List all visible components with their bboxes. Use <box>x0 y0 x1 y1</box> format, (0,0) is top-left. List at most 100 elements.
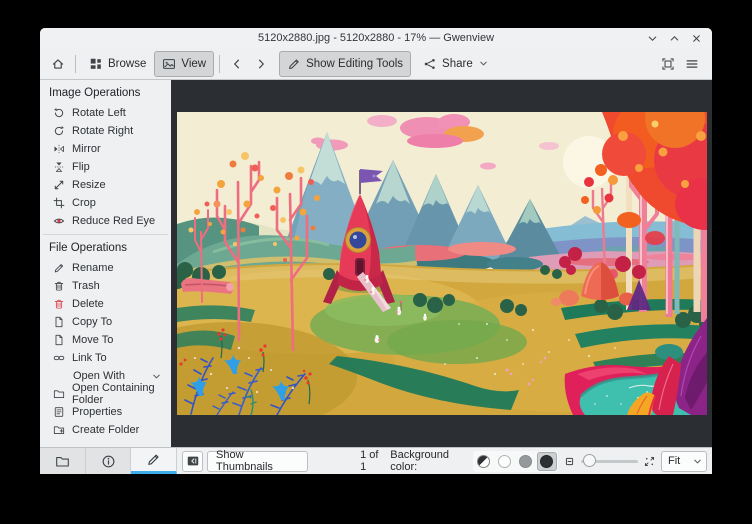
home-icon <box>51 57 65 71</box>
item-label: Mirror <box>72 143 101 155</box>
chevron-right-icon <box>254 57 268 71</box>
toolbar-separator <box>219 54 221 73</box>
link-chain-icon <box>53 352 65 364</box>
sidebar-item-crop[interactable]: Crop <box>40 194 171 212</box>
show-editing-tools-label: Show Editing Tools <box>306 57 404 70</box>
item-label: Rotate Right <box>72 125 134 137</box>
item-label: Flip <box>72 161 90 173</box>
sidebar-item-trash[interactable]: Trash <box>40 277 171 295</box>
rename-pencil-icon <box>53 262 65 274</box>
sidebar-item-flip[interactable]: Flip <box>40 158 171 176</box>
item-label: Properties <box>72 406 123 418</box>
back-button[interactable] <box>225 52 249 76</box>
tab-operations[interactable] <box>131 448 178 474</box>
chevron-left-icon <box>230 57 244 71</box>
item-label: Rotate Left <box>72 107 126 119</box>
chevron-down-icon <box>151 371 162 382</box>
new-folder-icon <box>53 424 65 436</box>
share-label: Share <box>442 57 473 70</box>
resize-icon <box>53 179 65 191</box>
crop-icon <box>53 197 65 209</box>
zoom-mode-value: Fit <box>667 455 681 467</box>
background-color-options <box>472 450 558 472</box>
main-toolbar: Browse View Show Editing Tools Share <box>40 48 712 80</box>
zoom-slider-handle[interactable] <box>582 454 596 467</box>
sidebar-item-rotate-right[interactable]: Rotate Right <box>40 122 171 140</box>
menu-button[interactable] <box>680 52 704 76</box>
item-label: Crop <box>72 197 96 209</box>
tab-information[interactable] <box>85 448 132 474</box>
browse-grid-icon <box>89 57 103 71</box>
sidebar-item-move-to[interactable]: Move To <box>40 331 171 349</box>
pencil-icon <box>287 57 301 71</box>
background-light-button[interactable] <box>495 452 515 471</box>
window-title: 5120x2880.jpg - 5120x2880 - 17% — Gwenvi… <box>257 32 495 44</box>
browse-button[interactable]: Browse <box>81 51 154 77</box>
background-neutral-icon <box>519 454 533 468</box>
close-icon[interactable] <box>690 32 703 45</box>
background-auto-icon <box>477 454 491 468</box>
background-dark-button[interactable] <box>536 451 557 471</box>
item-label: Move To <box>72 334 114 346</box>
sidebar-item-create-folder[interactable]: Create Folder <box>40 421 171 439</box>
tab-folders[interactable] <box>40 448 86 474</box>
rotate-right-icon <box>53 125 65 137</box>
maximize-icon[interactable] <box>668 32 681 45</box>
fullscreen-icon <box>661 57 675 71</box>
red-eye-icon <box>53 215 65 227</box>
show-thumbnails-button[interactable]: Show Thumbnails <box>207 449 309 473</box>
image-viewer <box>171 80 712 447</box>
section-title-image-operations: Image Operations <box>49 87 141 99</box>
sidebar-item-delete[interactable]: Delete <box>40 295 171 313</box>
viewed-image[interactable] <box>177 112 707 415</box>
view-image-icon <box>162 57 176 71</box>
home-button[interactable] <box>46 52 70 76</box>
rotate-left-icon <box>53 107 65 119</box>
collapse-sidebar-button[interactable] <box>182 450 204 472</box>
sidebar-item-mirror[interactable]: Mirror <box>40 140 171 158</box>
fullscreen-button[interactable] <box>656 52 680 76</box>
info-icon <box>101 454 116 469</box>
properties-document-icon <box>53 406 65 418</box>
sidebar-separator <box>43 234 168 235</box>
statusbar: Show Thumbnails 1 of 1 Background color: <box>177 448 712 474</box>
sidebar-item-rename[interactable]: Rename <box>40 259 171 277</box>
titlebar[interactable]: 5120x2880.jpg - 5120x2880 - 17% — Gwenvi… <box>40 28 712 48</box>
sidebar-item-link-to[interactable]: Link To <box>40 349 171 367</box>
collapse-sidebar-icon <box>186 454 200 468</box>
sidebar-item-open-containing-folder[interactable]: Open Containing Folder <box>40 382 171 406</box>
sidebar-item-copy-to[interactable]: Copy To <box>40 313 171 331</box>
view-label: View <box>181 57 207 70</box>
sidebar-item-reduce-red-eye[interactable]: Reduce Red Eye <box>40 212 171 230</box>
flip-icon <box>53 161 65 173</box>
background-neutral-button[interactable] <box>516 452 536 471</box>
sidebar-item-rotate-left[interactable]: Rotate Left <box>40 104 171 122</box>
sidebar-tabbar <box>40 448 178 474</box>
trash-icon <box>53 280 65 292</box>
forward-button[interactable] <box>249 52 273 76</box>
share-button[interactable]: Share <box>415 51 497 77</box>
delete-trash-icon <box>53 298 65 310</box>
item-label: Resize <box>72 179 106 191</box>
item-label: Open With <box>73 370 125 382</box>
item-label: Link To <box>72 352 107 364</box>
item-label: Copy To <box>72 316 113 328</box>
item-label: Reduce Red Eye <box>72 215 156 227</box>
item-label: Open Containing Folder <box>72 382 155 406</box>
minimize-icon[interactable] <box>646 32 659 45</box>
folder-icon <box>53 388 65 400</box>
zoom-mode-select[interactable]: Fit <box>660 450 707 472</box>
zoom-in-icon[interactable] <box>643 455 656 468</box>
chevron-down-icon <box>478 58 489 69</box>
show-thumbnails-label: Show Thumbnails <box>216 449 273 473</box>
item-label: Trash <box>72 280 100 292</box>
view-button[interactable]: View <box>154 50 215 77</box>
gwenview-window: 5120x2880.jpg - 5120x2880 - 17% — Gwenvi… <box>40 28 712 474</box>
zoom-out-icon[interactable] <box>563 455 576 468</box>
background-auto-button[interactable] <box>474 452 494 471</box>
show-editing-tools-button[interactable]: Show Editing Tools <box>279 50 412 77</box>
background-dark-icon <box>540 454 554 468</box>
zoom-slider[interactable] <box>580 453 638 469</box>
toolbar-separator <box>75 54 76 73</box>
sidebar-item-resize[interactable]: Resize <box>40 176 171 194</box>
